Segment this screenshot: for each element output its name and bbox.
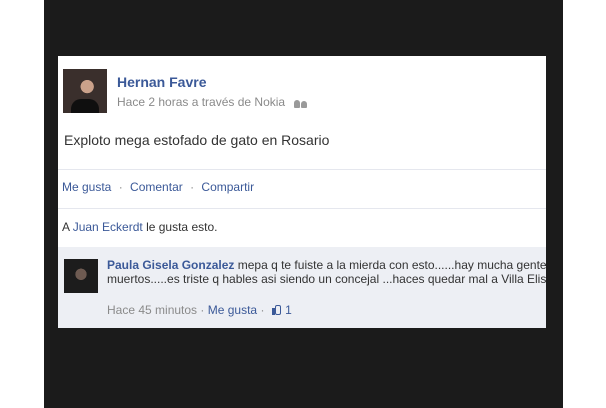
comment-like-count[interactable]: 1 bbox=[285, 303, 292, 317]
comment-meta: Hace 45 minutos · Me gusta · 1 bbox=[107, 303, 292, 317]
comment-body: Paula Gisela Gonzalez mepa q te fuiste a… bbox=[107, 258, 546, 286]
divider bbox=[58, 208, 546, 209]
post-actions: Me gusta · Comentar · Compartir bbox=[62, 180, 254, 194]
share-link[interactable]: Compartir bbox=[201, 180, 254, 194]
comment-link[interactable]: Comentar bbox=[130, 180, 183, 194]
comment-like-link[interactable]: Me gusta bbox=[208, 303, 257, 317]
divider bbox=[58, 169, 546, 170]
comment-time[interactable]: Hace 45 minutos bbox=[107, 303, 197, 317]
post-card: Hernan Favre Hace 2 horas a través de No… bbox=[58, 56, 546, 328]
comment-separator: · bbox=[200, 303, 208, 317]
likes-suffix: le gusta esto. bbox=[146, 220, 218, 234]
commenter-name-link[interactable]: Paula Gisela Gonzalez bbox=[107, 258, 234, 272]
like-link[interactable]: Me gusta bbox=[62, 180, 111, 194]
post-text: Exploto mega estofado de gato en Rosario bbox=[64, 132, 330, 148]
author-name-link[interactable]: Hernan Favre bbox=[117, 74, 206, 90]
action-separator: · bbox=[190, 180, 195, 194]
comment-item: Paula Gisela Gonzalez mepa q te fuiste a… bbox=[58, 247, 546, 328]
action-separator: · bbox=[118, 180, 123, 194]
author-avatar[interactable] bbox=[63, 69, 107, 113]
commenter-avatar[interactable] bbox=[64, 259, 98, 293]
liker-name-link[interactable]: Juan Eckerdt bbox=[73, 220, 143, 234]
likes-summary: A Juan Eckerdt le gusta esto. bbox=[62, 220, 217, 234]
post-meta-text[interactable]: Hace 2 horas a través de Nokia bbox=[117, 95, 285, 109]
likes-prefix: A bbox=[62, 220, 70, 234]
post-meta: Hace 2 horas a través de Nokia bbox=[117, 95, 308, 109]
thumbs-up-icon[interactable] bbox=[271, 305, 282, 315]
people-icon[interactable] bbox=[294, 98, 308, 108]
comment-separator: · bbox=[260, 303, 268, 317]
